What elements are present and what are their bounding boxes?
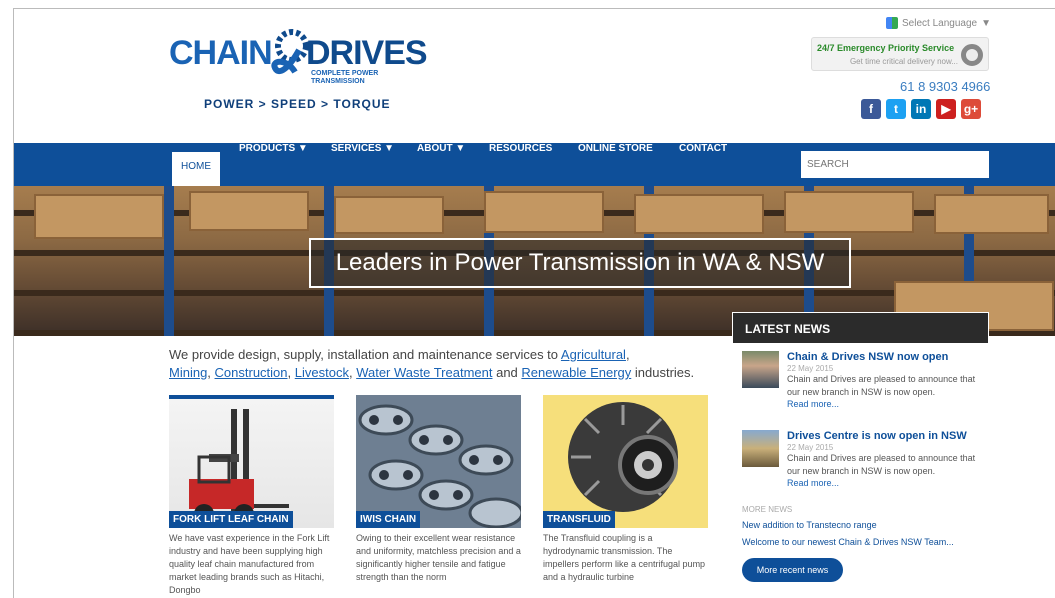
card-description: The Transfluid coupling is a hydrodynami… (543, 533, 706, 582)
chevron-down-icon: ▼ (981, 17, 991, 29)
separator: , (207, 365, 215, 380)
more-recent-news-button[interactable]: More recent news (742, 558, 843, 582)
nav-contact[interactable]: CONTACT (679, 143, 727, 186)
hero-title-emphasis: Power Transmission (454, 249, 671, 276)
phone-number[interactable]: 61 8 9303 4966 (900, 79, 990, 94)
news-excerpt: Chain and Drives are pleased to announce… (787, 374, 976, 397)
linkedin-icon[interactable]: in (911, 99, 931, 119)
card-badge: FORK LIFT LEAF CHAIN (169, 511, 293, 528)
separator: , (625, 347, 630, 362)
card-description: We have vast experience in the Fork Lift… (169, 533, 330, 595)
hero-title: Leaders in Power Transmission in WA & NS… (309, 238, 851, 288)
warehouse-crate (934, 194, 1049, 234)
intro-tail: industries. (631, 365, 695, 380)
news-thumbnail (742, 351, 779, 388)
card-badge: IWIS CHAIN (356, 511, 421, 528)
logo-subtitle: COMPLETE POWER TRANSMISSION (311, 70, 379, 85)
news-title[interactable]: Drives Centre is now open in NSW (787, 430, 987, 442)
social-links: f t in ▶ g+ (861, 99, 981, 119)
warehouse-crate (634, 194, 764, 234)
twitter-icon[interactable]: t (886, 99, 906, 119)
hero-title-suffix: in WA & NSW (670, 249, 825, 276)
more-news-link[interactable]: Welcome to our newest Chain & Drives NSW… (742, 537, 954, 547)
google-translate-icon (886, 17, 898, 29)
nav-online-store[interactable]: ONLINE STORE (578, 143, 653, 186)
logo-word-drives: DRIVES (306, 34, 428, 72)
card-description: Owing to their excellent wear resistance… (356, 533, 521, 582)
search-input[interactable] (801, 151, 989, 178)
link-renewable-energy[interactable]: Renewable Energy (521, 365, 631, 380)
hero-title-prefix: Leaders in (335, 249, 455, 276)
page-frame: CHAIN DRIVES COMPLETE POWER TRANSMISSION… (13, 8, 1055, 598)
roller-chain-icon (358, 404, 521, 528)
nav-products[interactable]: PRODUCTS ▼ (239, 143, 308, 186)
lifebuoy-icon (961, 44, 983, 66)
product-card-transfluid[interactable]: TRANSFLUID The Transfluid coupling is a … (543, 395, 708, 584)
nav-resources[interactable]: RESOURCES (489, 143, 552, 186)
more-news-label: MORE NEWS (742, 505, 793, 514)
separator: , (287, 365, 295, 380)
emergency-title: 24/7 Emergency Priority Service (817, 43, 955, 53)
news-date: 22 May 2015 (787, 443, 834, 452)
card-badge: TRANSFLUID (543, 511, 615, 528)
nav-about[interactable]: ABOUT ▼ (417, 143, 465, 186)
googleplus-icon[interactable]: g+ (961, 99, 981, 119)
emergency-service-box[interactable]: 24/7 Emergency Priority Service Get time… (811, 37, 989, 71)
news-thumbnail (742, 430, 779, 467)
news-excerpt: Chain and Drives are pleased to announce… (787, 453, 976, 476)
read-more-link[interactable]: Read more... (787, 399, 987, 409)
forklift-image: FORK LIFT LEAF CHAIN (169, 395, 334, 528)
youtube-icon[interactable]: ▶ (936, 99, 956, 119)
product-card-forklift[interactable]: FORK LIFT LEAF CHAIN We have vast experi… (169, 395, 334, 597)
language-label: Select Language (902, 17, 978, 29)
warehouse-crate (34, 194, 164, 239)
link-water-waste-treatment[interactable]: Water Waste Treatment (356, 365, 492, 380)
tagline: POWER > SPEED > TORQUE (204, 97, 391, 111)
link-agricultural[interactable]: Agricultural (561, 347, 626, 362)
news-title[interactable]: Chain & Drives NSW now open (787, 351, 987, 363)
news-date: 22 May 2015 (787, 364, 834, 373)
logo-word-chain: CHAIN (169, 34, 273, 72)
conjunction: and (492, 365, 522, 380)
forklift-icon (189, 409, 289, 524)
language-selector[interactable]: Select Language ▼ (886, 17, 991, 29)
more-news-link[interactable]: New addition to Transtecno range (742, 520, 877, 530)
facebook-icon[interactable]: f (861, 99, 881, 119)
main-nav: HOME PRODUCTS ▼ SERVICES ▼ ABOUT ▼ RESOU… (14, 143, 1055, 186)
emergency-subtitle: Get time critical delivery now... (849, 57, 958, 66)
warehouse-crate (484, 191, 604, 233)
link-construction[interactable]: Construction (215, 365, 288, 380)
fluid-coupling-icon (568, 402, 678, 512)
link-mining[interactable]: Mining (169, 365, 207, 380)
warehouse-crate (189, 191, 309, 231)
nav-services[interactable]: SERVICES ▼ (331, 143, 394, 186)
read-more-link[interactable]: Read more... (787, 478, 987, 488)
nav-home[interactable]: HOME (172, 152, 220, 186)
intro-paragraph: We provide design, supply, installation … (169, 346, 729, 382)
product-card-iwis-chain[interactable]: IWIS CHAIN Owing to their excellent wear… (356, 395, 521, 584)
link-livestock[interactable]: Livestock (295, 365, 349, 380)
warehouse-crate (334, 196, 444, 234)
chain-image: IWIS CHAIN (356, 395, 521, 528)
warehouse-crate (784, 191, 914, 233)
latest-news-heading: LATEST NEWS (732, 312, 989, 344)
intro-lead: We provide design, supply, installation … (169, 347, 561, 362)
transfluid-image: TRANSFLUID (543, 395, 708, 528)
